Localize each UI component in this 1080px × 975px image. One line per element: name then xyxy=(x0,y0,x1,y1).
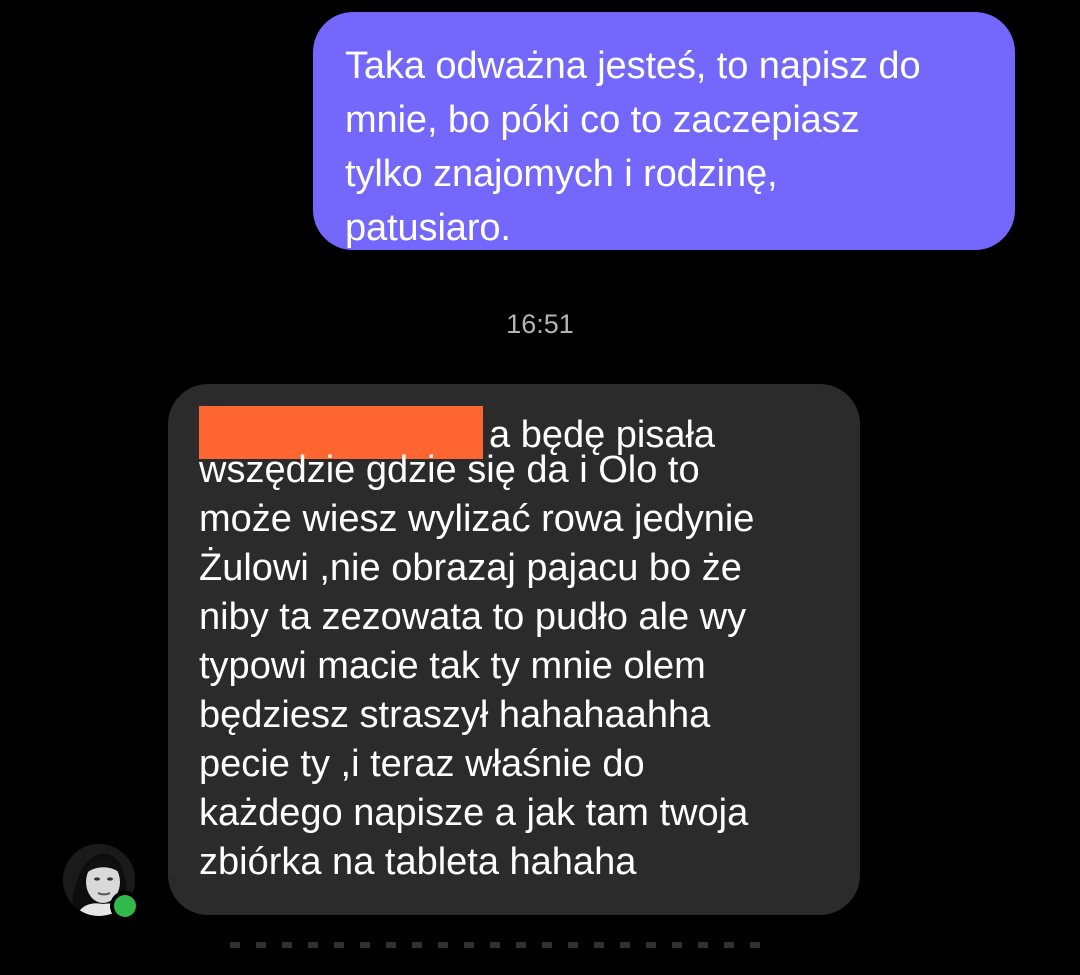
next-message-cutoff xyxy=(230,942,770,948)
outgoing-message-text: Taka odważna jesteś, to napisz do mnie, … xyxy=(345,45,921,249)
outgoing-message-bubble[interactable]: Taka odważna jesteś, to napisz do mnie, … xyxy=(313,12,1015,250)
message-timestamp: 16:51 xyxy=(506,309,574,339)
incoming-message-text: wszędzie gdzie się da i Olo to może wies… xyxy=(199,449,755,883)
incoming-message-bubble[interactable]: a będę pisała wszędzie gdzie się da i Ol… xyxy=(168,384,860,915)
online-status-icon xyxy=(114,895,136,917)
chat-thread: Taka odważna jesteś, to napisz do mnie, … xyxy=(0,0,1080,975)
